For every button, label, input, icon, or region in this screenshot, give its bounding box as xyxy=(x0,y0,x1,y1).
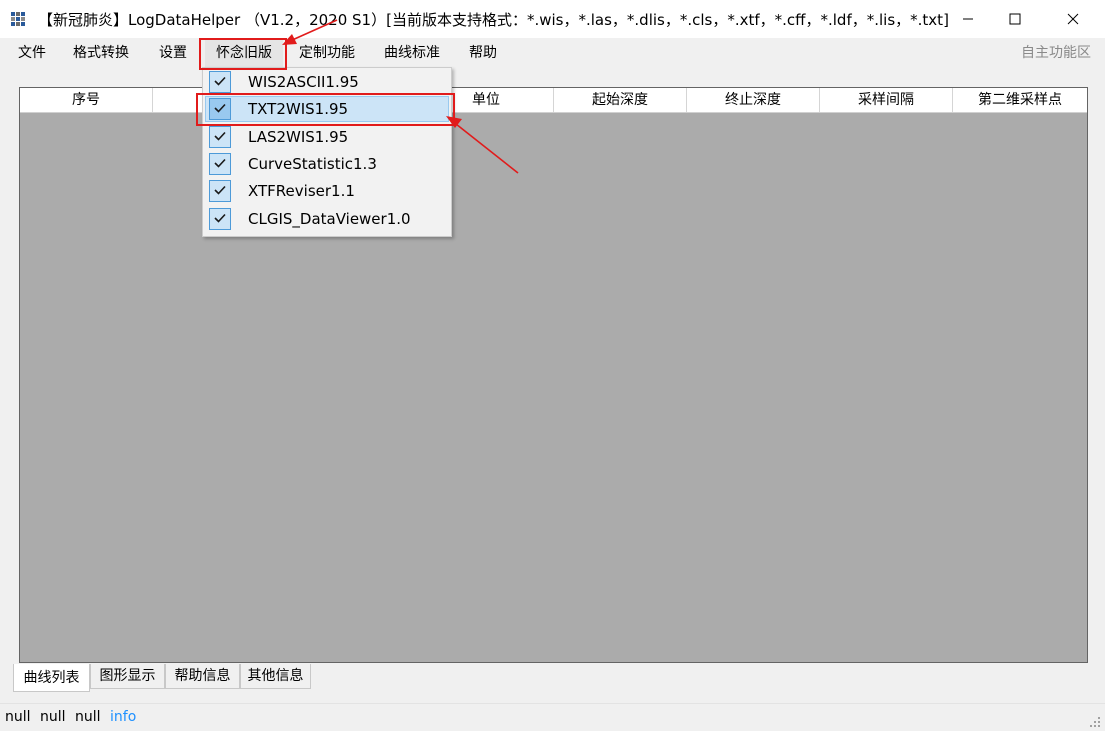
status-field-2: null xyxy=(40,709,66,725)
check-icon xyxy=(209,71,231,93)
dropdown-item-curvestatistic[interactable]: CurveStatistic1.3 xyxy=(205,151,449,177)
status-bar: null null null info xyxy=(0,703,1105,731)
menu-format-convert[interactable]: 格式转换 xyxy=(73,38,129,68)
close-icon xyxy=(1067,13,1079,25)
app-window: 【新冠肺炎】LogDataHelper （V1.2，2020 S1）[当前版本支… xyxy=(0,0,1105,731)
tab-curve-list[interactable]: 曲线列表 xyxy=(13,664,90,692)
dropdown-item-clgis-dataviewer[interactable]: CLGIS_DataViewer1.0 xyxy=(205,206,449,232)
column-header-end-depth[interactable]: 终止深度 xyxy=(687,88,820,112)
annotation-box-item xyxy=(196,93,455,126)
dropdown-item-label: WIS2ASCII1.95 xyxy=(248,73,359,91)
check-icon xyxy=(209,208,231,230)
check-icon xyxy=(209,126,231,148)
maximize-button[interactable] xyxy=(992,0,1038,38)
column-header-start-depth[interactable]: 起始深度 xyxy=(554,88,687,112)
tab-help-info[interactable]: 帮助信息 xyxy=(165,664,240,689)
custom-function-area-label[interactable]: 自主功能区 xyxy=(1021,38,1091,68)
title-bar[interactable]: 【新冠肺炎】LogDataHelper （V1.2，2020 S1）[当前版本支… xyxy=(0,0,1105,38)
menu-curve-standard[interactable]: 曲线标准 xyxy=(384,38,440,68)
menu-help[interactable]: 帮助 xyxy=(469,38,497,68)
minimize-button[interactable] xyxy=(945,0,991,38)
column-header-sample-interval[interactable]: 采样间隔 xyxy=(820,88,953,112)
column-header-index[interactable]: 序号 xyxy=(20,88,153,112)
status-field-3: null xyxy=(75,709,101,725)
menu-custom-functions[interactable]: 定制功能 xyxy=(299,38,355,68)
dropdown-item-label: XTFReviser1.1 xyxy=(248,182,355,200)
dropdown-item-xtfreviser[interactable]: XTFReviser1.1 xyxy=(205,178,449,204)
check-icon xyxy=(209,153,231,175)
status-info: info xyxy=(110,709,137,725)
maximize-icon xyxy=(1009,13,1021,25)
tab-graph-display[interactable]: 图形显示 xyxy=(90,664,165,689)
dropdown-item-label: CurveStatistic1.3 xyxy=(248,155,377,173)
dropdown-item-label: LAS2WIS1.95 xyxy=(248,128,349,146)
close-button[interactable] xyxy=(1050,0,1096,38)
grid-header: 序号 单位 起始深度 终止深度 采样间隔 第二维采样点 xyxy=(20,88,1087,113)
dropdown-item-label: CLGIS_DataViewer1.0 xyxy=(248,210,411,228)
check-icon xyxy=(209,180,231,202)
menu-settings[interactable]: 设置 xyxy=(159,38,187,68)
dropdown-item-wis2ascii[interactable]: WIS2ASCII1.95 xyxy=(205,69,449,95)
curve-list-grid[interactable]: 序号 单位 起始深度 终止深度 采样间隔 第二维采样点 xyxy=(19,87,1088,663)
column-header-second-dim-samples[interactable]: 第二维采样点 xyxy=(953,88,1087,112)
annotation-box-menu xyxy=(199,38,287,70)
app-icon xyxy=(9,10,28,29)
window-title: 【新冠肺炎】LogDataHelper （V1.2，2020 S1）[当前版本支… xyxy=(38,11,949,29)
resize-grip-icon[interactable] xyxy=(1089,716,1101,728)
dropdown-item-las2wis[interactable]: LAS2WIS1.95 xyxy=(205,124,449,150)
status-field-1: null xyxy=(5,709,31,725)
menu-file[interactable]: 文件 xyxy=(18,38,46,68)
menu-bar: 文件 格式转换 设置 怀念旧版 定制功能 曲线标准 帮助 自主功能区 xyxy=(0,38,1105,68)
minimize-icon xyxy=(963,18,973,20)
tab-other-info[interactable]: 其他信息 xyxy=(240,664,311,689)
